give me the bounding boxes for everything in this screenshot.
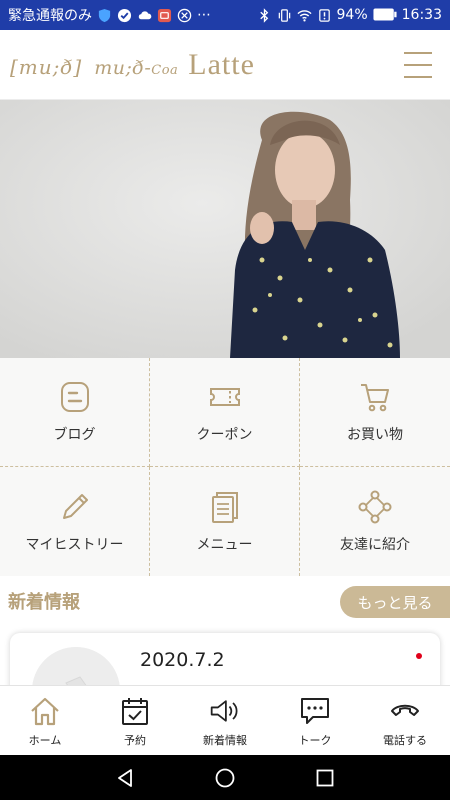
nav-item-talk[interactable]: トーク	[270, 686, 360, 755]
megaphone-icon	[210, 700, 238, 722]
chat-icon	[301, 698, 329, 724]
brand-logo-mud: [mu;ð]	[10, 54, 83, 79]
grid-item-label: マイヒストリー	[25, 536, 124, 553]
grid-item-my-history[interactable]: マイヒストリー	[0, 467, 150, 576]
grid-item-shopping[interactable]: お買い物	[300, 358, 450, 467]
brand-logo-mud-coa: mu;ð-Coa	[94, 56, 179, 79]
nav-item-news[interactable]: 新着情報	[180, 686, 270, 755]
battery-percent: 94%	[336, 7, 368, 23]
home-circle-icon[interactable]	[214, 767, 236, 789]
back-triangle-icon[interactable]	[114, 767, 136, 789]
check-circle-icon	[117, 8, 132, 23]
shield-icon	[97, 8, 112, 23]
coupon-icon	[209, 388, 240, 406]
feature-grid: ブログ クーポン お買い物 マイヒストリー メニュー 友達に紹介	[0, 358, 450, 576]
cart-icon	[361, 384, 389, 412]
news-date: 2020.7.2	[140, 649, 225, 671]
carrier-status-text: 緊急通報のみ	[8, 8, 92, 24]
grid-item-label: メニュー	[196, 536, 253, 553]
calendar-icon	[122, 698, 148, 725]
pencil-icon	[62, 493, 88, 519]
recent-apps-square-icon[interactable]	[314, 767, 336, 789]
alert-icon	[317, 8, 332, 23]
brand-logo[interactable]: [mu;ð] mu;ð-Coa Latte	[10, 48, 255, 82]
battery-icon	[373, 8, 397, 23]
clock: 16:33	[401, 7, 442, 23]
brand-logo-latte: Latte	[188, 47, 255, 81]
grid-item-blog[interactable]: ブログ	[0, 358, 150, 467]
nav-item-home[interactable]: ホーム	[0, 686, 90, 755]
nav-item-label: 予約	[124, 734, 146, 747]
cloud-icon	[137, 8, 152, 23]
system-navigation-bar	[0, 755, 450, 800]
home-icon	[31, 697, 59, 726]
app-screen: 緊急通報のみ ⋯ 94% 16:33 [mu;ð] mu;ð-Coa Latte…	[0, 0, 450, 800]
nav-item-label: 電話する	[383, 734, 427, 747]
nav-item-call[interactable]: 電話する	[360, 686, 450, 755]
crossed-circle-icon	[177, 8, 192, 23]
hamburger-menu-button[interactable]	[404, 52, 432, 78]
app-header: [mu;ð] mu;ð-Coa Latte	[0, 30, 450, 100]
grid-item-refer-friend[interactable]: 友達に紹介	[300, 467, 450, 576]
nav-item-reservation[interactable]: 予約	[90, 686, 180, 755]
grid-item-label: お買い物	[347, 427, 403, 443]
blog-icon	[60, 382, 89, 412]
bottom-navigation: ホーム 予約 新着情報 トーク 電話する	[0, 685, 450, 755]
nav-item-label: 新着情報	[203, 734, 247, 747]
unread-dot	[416, 653, 422, 659]
grid-item-label: クーポン	[196, 427, 253, 443]
nav-item-label: トーク	[298, 734, 332, 747]
more-notifications-icon: ⋯	[197, 7, 211, 23]
news-section-header: 新着情報 もっと見る	[0, 576, 450, 626]
nav-item-label: ホーム	[28, 734, 62, 747]
grid-item-label: ブログ	[53, 427, 96, 443]
see-more-button[interactable]: もっと見る	[340, 586, 450, 618]
news-section-title: 新着情報	[8, 592, 80, 613]
hero-image	[0, 100, 450, 358]
phone-icon	[391, 704, 419, 716]
grid-item-menu[interactable]: メニュー	[150, 467, 300, 576]
share-network-icon	[358, 490, 392, 523]
vibrate-icon	[277, 8, 292, 23]
bluetooth-icon	[257, 7, 272, 23]
wifi-icon	[296, 8, 312, 23]
app-notification-icon	[157, 8, 172, 23]
menu-book-icon	[211, 491, 238, 523]
model-photo	[0, 100, 450, 358]
grid-item-label: 友達に紹介	[340, 536, 410, 553]
status-bar: 緊急通報のみ ⋯ 94% 16:33	[0, 0, 450, 30]
grid-item-coupon[interactable]: クーポン	[150, 358, 300, 467]
